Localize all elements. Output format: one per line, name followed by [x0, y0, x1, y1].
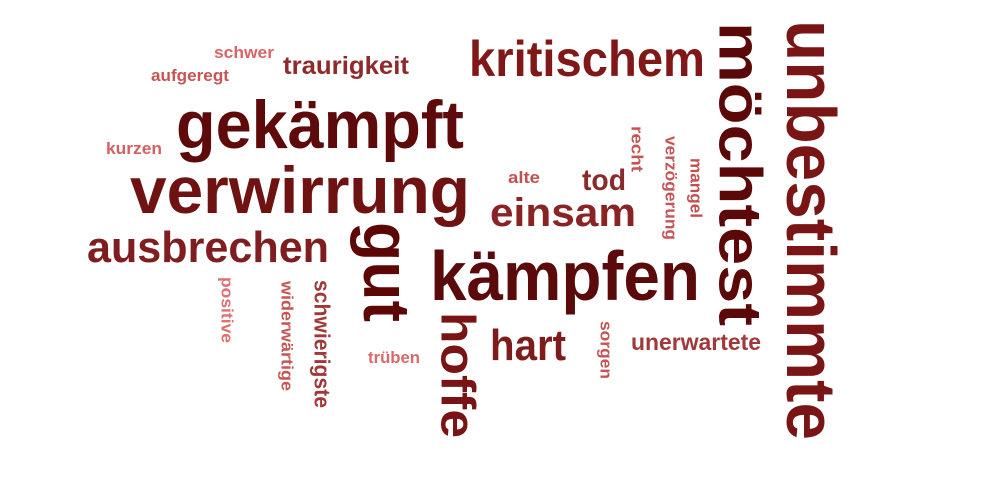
word-hoffe: hoffe — [431, 312, 484, 438]
word-recht: recht — [628, 126, 647, 172]
word-kritischem: kritischem — [469, 31, 705, 87]
word-verzoegerung: verzögerung — [662, 136, 681, 240]
word-positive: positive — [218, 277, 237, 343]
word-hart: hart — [490, 321, 566, 370]
word-moechtest: möchtest — [707, 22, 774, 326]
word-widerwaertige: widerwärtige — [278, 280, 297, 391]
word-gut: gut — [350, 222, 424, 322]
word-cloud: gekämpft verwirrung ausbrechen kritische… — [87, 20, 850, 440]
word-alte: alte — [508, 168, 540, 187]
word-einsam: einsam — [490, 191, 636, 235]
word-traurigkeit: traurigkeit — [283, 52, 410, 80]
word-sorgen: sorgen — [597, 321, 616, 379]
word-trueben: trüben — [368, 348, 420, 367]
word-aufgeregt: aufgeregt — [151, 66, 229, 85]
word-ausbrechen: ausbrechen — [87, 223, 329, 272]
word-schwer: schwer — [214, 43, 274, 62]
word-verwirrung: verwirrung — [130, 153, 470, 227]
word-tod: tod — [582, 164, 626, 197]
word-kampfen: kämpfen — [430, 237, 700, 315]
word-kurzen: kurzen — [106, 139, 162, 158]
word-mangel: mangel — [687, 158, 706, 218]
word-unerwartete: unerwartete — [631, 329, 761, 355]
word-gekampft: gekämpft — [176, 87, 464, 163]
word-unbestimmte: unbestimmte — [772, 20, 850, 440]
word-schwierigste: schwierigste — [310, 280, 335, 408]
